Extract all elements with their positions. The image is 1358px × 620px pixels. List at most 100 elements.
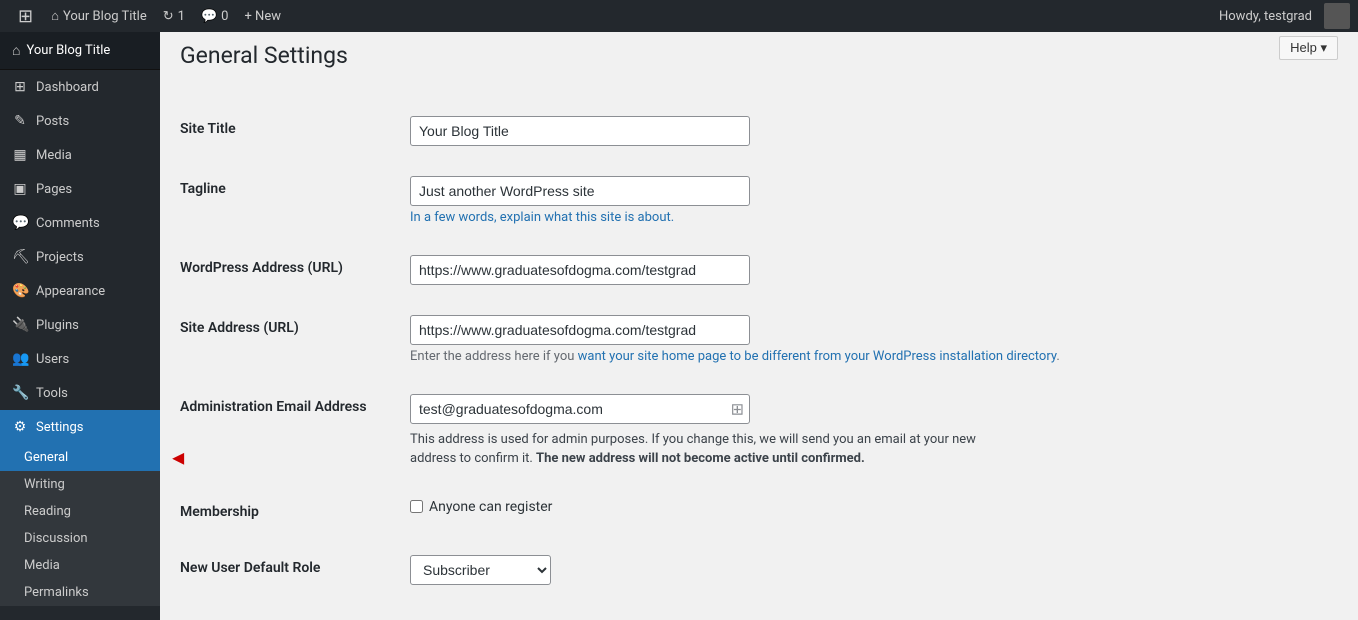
site-title-row: Site Title [180,101,1280,161]
default-role-label: New User Default Role [180,540,410,600]
submenu-general[interactable]: General ◄ [0,444,160,471]
sidebar-item-media[interactable]: ▦ Media [0,138,160,172]
admin-email-cell: ⊞ This address is used for admin purpose… [410,379,1280,484]
help-label: Help ▾ [1290,40,1327,56]
site-address-cell: Enter the address here if you want your … [410,300,1280,379]
site-address-link[interactable]: want your site home page to be different… [578,349,1057,364]
site-title-input[interactable] [410,116,750,146]
wp-address-label: WordPress Address (URL) [180,240,410,300]
wp-address-row: WordPress Address (URL) [180,240,1280,300]
help-button[interactable]: Help ▾ [1279,36,1338,60]
submenu-reading-label: Reading [24,504,71,519]
new-label: + New [244,9,281,24]
submenu-writing[interactable]: Writing [0,471,160,498]
admin-email-label: Administration Email Address [180,379,410,484]
default-role-row: New User Default Role Subscriber Contrib… [180,540,1280,600]
settings-form: Site Title Tagline In a few words, expla… [180,101,1280,600]
sidebar-label-dashboard: Dashboard [36,80,99,95]
settings-icon: ⚙ [12,419,28,435]
submenu-media-label: Media [24,558,60,573]
tagline-label: Tagline [180,161,410,240]
sidebar-label-plugins: Plugins [36,318,79,333]
submenu-permalinks-label: Permalinks [24,585,89,600]
site-title-label: Site Title [180,101,410,161]
sidebar-label-projects: Projects [36,250,84,265]
site-address-hint: Enter the address here if you want your … [410,349,1280,364]
site-address-hint-after: . [1056,349,1059,364]
tools-icon: 🔧 [12,385,28,401]
admin-email-row: Administration Email Address ⊞ This addr… [180,379,1280,484]
sidebar-item-plugins[interactable]: 🔌 Plugins [0,308,160,342]
sidebar-brand-label: Your Blog Title [26,43,110,58]
main-content: General Settings Site Title Tagline [160,32,1358,620]
sidebar-label-tools: Tools [36,386,68,401]
new-content-bar[interactable]: + New [236,0,289,32]
howdy-text: Howdy, testgrad [1211,9,1320,24]
sidebar-label-pages: Pages [36,182,72,197]
media-icon: ▦ [12,147,28,163]
site-name-bar[interactable]: ⌂ Your Blog Title [43,0,155,32]
page-title: General Settings [180,32,1280,81]
updates-bar[interactable]: ↻ 1 [155,0,193,32]
comments-bar[interactable]: 💬 0 [193,0,237,32]
submenu-writing-label: Writing [24,477,65,492]
submenu-discussion[interactable]: Discussion [0,525,160,552]
membership-label: Membership [180,484,410,540]
sidebar-label-media: Media [36,148,72,163]
submenu-media[interactable]: Media [0,552,160,579]
posts-icon: ✎ [12,113,28,129]
admin-email-input[interactable] [410,394,750,424]
sidebar-item-pages[interactable]: ▣ Pages [0,172,160,206]
tagline-row: Tagline In a few words, explain what thi… [180,161,1280,240]
admin-bar: ⊞ ⌂ Your Blog Title ↻ 1 💬 0 + New Howdy,… [0,0,1358,32]
tagline-hint: In a few words, explain what this site i… [410,210,1280,225]
sidebar: ⌂ Your Blog Title ⊞ Dashboard ✎ Posts ▦ … [0,32,160,620]
sidebar-item-users[interactable]: 👥 Users [0,342,160,376]
membership-checkbox-text: Anyone can register [429,499,552,515]
sidebar-item-comments[interactable]: 💬 Comments [0,206,160,240]
sidebar-item-settings[interactable]: ⚙ Settings [0,410,160,444]
help-button-wrap: Help ▾ [1279,36,1338,60]
admin-email-notice-bold: The new address will not become active u… [536,451,865,466]
membership-row: Membership Anyone can register [180,484,1280,540]
sidebar-label-posts: Posts [36,114,69,129]
sidebar-label-users: Users [36,352,69,367]
sidebar-item-projects[interactable]: ⛏ Projects [0,240,160,274]
pages-icon: ▣ [12,181,28,197]
updates-count: 1 [178,9,185,24]
site-title-cell [410,101,1280,161]
sidebar-item-dashboard[interactable]: ⊞ Dashboard [0,70,160,104]
appearance-icon: 🎨 [12,283,28,299]
submenu-permalinks[interactable]: Permalinks [0,579,160,606]
sidebar-item-posts[interactable]: ✎ Posts [0,104,160,138]
membership-cell: Anyone can register [410,484,1280,540]
default-role-cell: Subscriber Contributor Author Editor Adm… [410,540,1280,600]
site-address-row: Site Address (URL) Enter the address her… [180,300,1280,379]
sidebar-label-settings: Settings [36,420,83,435]
user-avatar[interactable] [1324,3,1350,29]
settings-submenu: General ◄ Writing Reading Discussion [0,444,160,606]
membership-checkbox[interactable] [410,500,423,513]
wp-address-input[interactable] [410,255,750,285]
dashboard-icon: ⊞ [12,79,28,95]
comments-icon: 💬 [12,215,28,231]
sidebar-label-comments: Comments [36,216,100,231]
sidebar-item-tools[interactable]: 🔧 Tools [0,376,160,410]
submenu-reading[interactable]: Reading [0,498,160,525]
comments-count: 0 [221,9,228,24]
users-icon: 👥 [12,351,28,367]
site-address-input[interactable] [410,315,750,345]
default-role-select[interactable]: Subscriber Contributor Author Editor Adm… [410,555,551,585]
submenu-general-label: General [24,450,68,465]
sidebar-brand[interactable]: ⌂ Your Blog Title [0,32,160,70]
tagline-input[interactable] [410,176,750,206]
sidebar-label-appearance: Appearance [36,284,105,299]
admin-email-notice: This address is used for admin purposes.… [410,430,1010,469]
site-address-hint-before: Enter the address here if you [410,349,578,364]
membership-checkbox-label: Anyone can register [410,499,1280,515]
wp-logo[interactable]: ⊞ [8,0,43,32]
email-input-wrapper: ⊞ [410,394,750,424]
sidebar-item-appearance[interactable]: 🎨 Appearance [0,274,160,308]
projects-icon: ⛏ [12,249,28,265]
plugins-icon: 🔌 [12,317,28,333]
